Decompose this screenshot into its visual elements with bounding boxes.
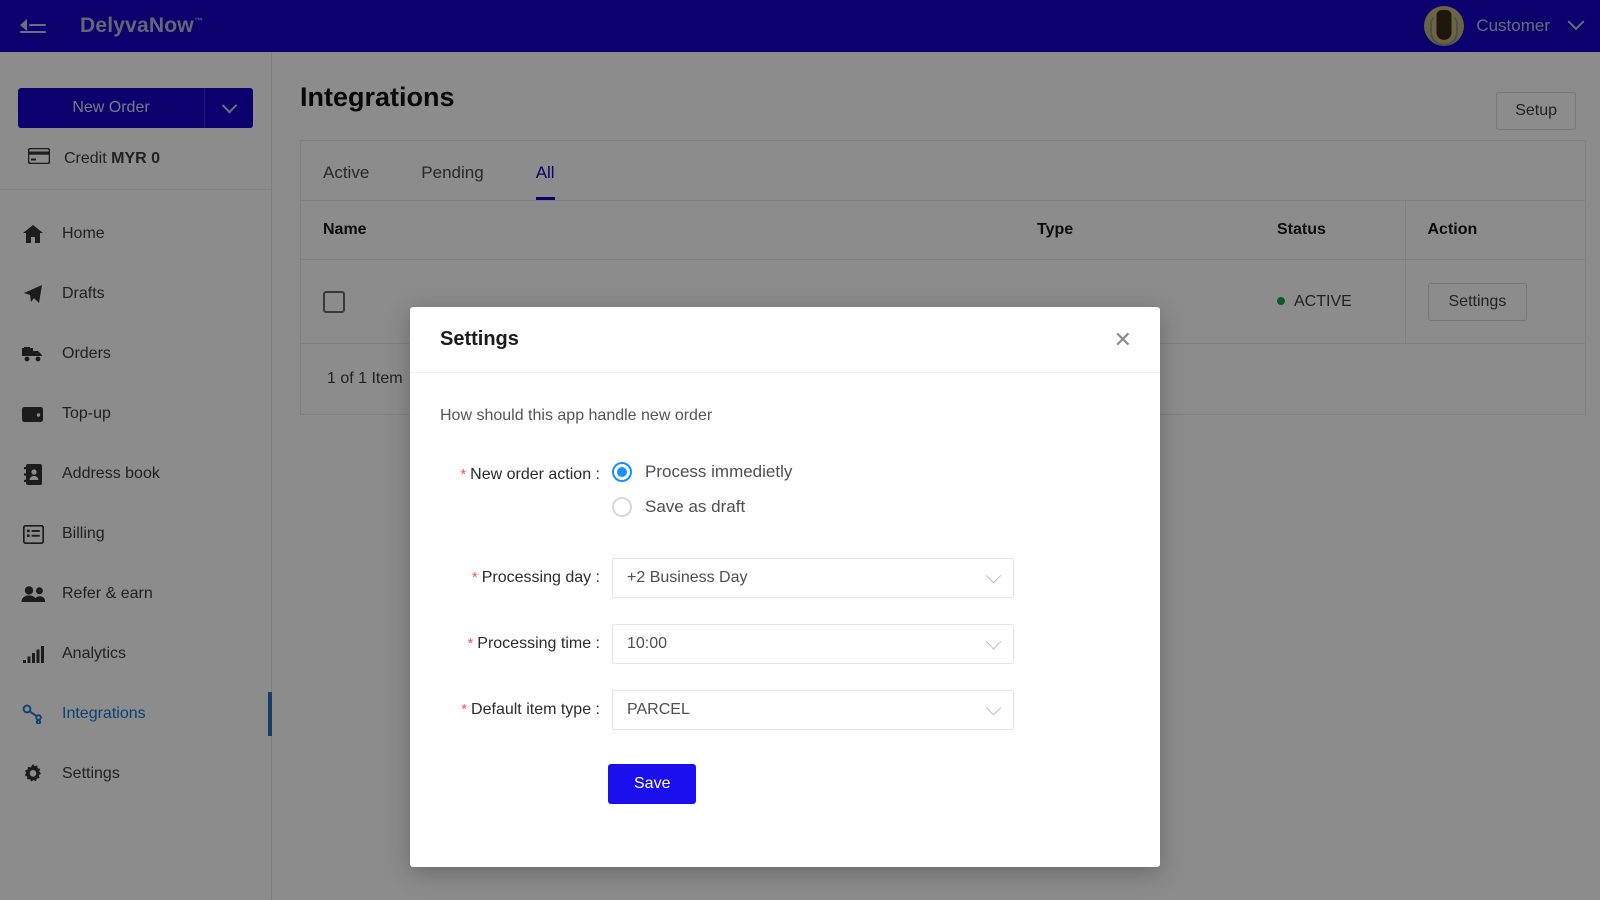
required-marker: * [460, 466, 467, 483]
radio-button[interactable] [612, 497, 632, 517]
radio-option-save-as-draft[interactable]: Save as draft [612, 497, 792, 517]
field-processing-day: * Processing day : +2 Business Day [440, 558, 1130, 598]
modal-hint-text: How should this app handle new order [440, 407, 713, 424]
required-marker: * [471, 569, 478, 586]
chevron-down-icon [985, 699, 1002, 715]
field-label-processing-time: * Processing time : [467, 635, 600, 652]
save-button[interactable]: Save [608, 764, 697, 804]
settings-modal: Settings ✕ How should this app handle ne… [410, 307, 1160, 867]
radio-option-process-immediately[interactable]: Process immedietly [612, 462, 792, 482]
field-processing-time: * Processing time : 10:00 [440, 624, 1130, 664]
radio-button[interactable] [612, 462, 632, 482]
field-label-new-order-action: * New order action : [460, 466, 600, 483]
processing-day-select[interactable]: +2 Business Day [612, 558, 1014, 598]
field-label-processing-day: * Processing day : [471, 569, 600, 586]
default-item-type-value: PARCEL [627, 701, 690, 718]
chevron-down-icon [985, 567, 1002, 583]
modal-title: Settings [440, 328, 519, 350]
required-marker: * [467, 635, 474, 652]
processing-time-select[interactable]: 10:00 [612, 624, 1014, 664]
processing-day-value: +2 Business Day [627, 569, 748, 586]
radio-group-new-order-action: Process immedietly Save as draft [612, 455, 792, 532]
modal-header: Settings ✕ [410, 307, 1160, 373]
chevron-down-icon [985, 633, 1002, 649]
app-root: DelyvaNow™ Customer New Order Credit MYR… [0, 0, 1600, 900]
field-label-default-item-type: * Default item type : [461, 701, 600, 718]
default-item-type-select[interactable]: PARCEL [612, 690, 1014, 730]
required-marker: * [461, 701, 468, 718]
processing-time-value: 10:00 [627, 635, 668, 652]
close-icon[interactable]: ✕ [1114, 328, 1132, 351]
radio-label: Save as draft [645, 497, 746, 516]
field-default-item-type: * Default item type : PARCEL [440, 690, 1130, 730]
radio-label: Process immedietly [645, 462, 793, 481]
modal-body: How should this app handle new order * Ne… [410, 373, 1160, 867]
field-new-order-action: * New order action : Process immedietly S… [440, 455, 1130, 532]
